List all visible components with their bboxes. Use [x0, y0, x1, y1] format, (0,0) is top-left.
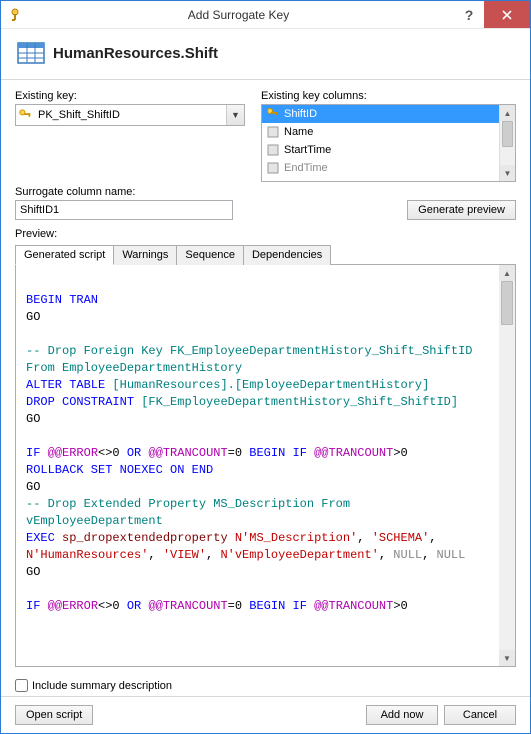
help-button[interactable]: ? — [454, 1, 484, 28]
scroll-up-icon[interactable]: ▲ — [500, 105, 515, 121]
top-row: Existing key: PK_Shift_ShiftID ▼ Existin… — [15, 90, 516, 182]
columns-listbox[interactable]: ShiftID Name StartTime EndTime — [261, 104, 516, 182]
titlebar: Add Surrogate Key ? — [1, 1, 530, 29]
close-button[interactable] — [484, 1, 530, 28]
scroll-thumb[interactable] — [501, 281, 513, 325]
tab-dependencies[interactable]: Dependencies — [243, 245, 331, 265]
generated-script[interactable]: BEGIN TRAN GO -- Drop Foreign Key FK_Emp… — [16, 265, 499, 666]
column-item[interactable]: ShiftID — [262, 105, 499, 123]
footer-buttons: Open script Add now Cancel — [1, 696, 530, 733]
titlebar-buttons: ? — [454, 1, 530, 28]
preview-tabs: Generated script Warnings Sequence Depen… — [15, 244, 516, 265]
column-item[interactable]: EndTime — [262, 159, 499, 177]
surrogate-name-label: Surrogate column name: — [15, 186, 233, 198]
key-icon — [266, 107, 280, 121]
tab-sequence[interactable]: Sequence — [176, 245, 244, 265]
existing-key-value: PK_Shift_ShiftID — [34, 109, 226, 121]
entity-title: HumanResources.Shift — [53, 45, 218, 62]
window-title: Add Surrogate Key — [23, 8, 454, 22]
preview-panel: BEGIN TRAN GO -- Drop Foreign Key FK_Emp… — [15, 265, 516, 667]
table-icon — [15, 37, 47, 69]
column-icon — [266, 161, 280, 175]
preview-scrollbar[interactable]: ▲ ▼ — [499, 265, 515, 666]
include-summary-label: Include summary description — [32, 680, 172, 692]
add-now-button[interactable]: Add now — [366, 705, 438, 725]
column-name: StartTime — [284, 144, 331, 156]
column-name: Name — [284, 126, 313, 138]
column-icon — [266, 125, 280, 139]
scroll-thumb[interactable] — [502, 121, 513, 147]
preview-label: Preview: — [15, 228, 516, 240]
existing-columns-label: Existing key columns: — [261, 90, 516, 102]
tab-warnings[interactable]: Warnings — [113, 245, 177, 265]
generate-preview-button[interactable]: Generate preview — [407, 200, 516, 220]
listbox-scrollbar[interactable]: ▲ ▼ — [499, 105, 515, 181]
cancel-button[interactable]: Cancel — [444, 705, 516, 725]
footer-options: Include summary description — [1, 673, 530, 696]
scroll-down-icon[interactable]: ▼ — [499, 650, 515, 666]
scroll-down-icon[interactable]: ▼ — [500, 165, 515, 181]
column-icon — [266, 143, 280, 157]
existing-key-combo[interactable]: PK_Shift_ShiftID ▼ — [15, 104, 245, 126]
column-name: EndTime — [284, 162, 328, 174]
app-icon — [7, 7, 23, 23]
column-name: ShiftID — [284, 108, 317, 120]
dialog-window: Add Surrogate Key ? HumanResources.Shift… — [0, 0, 531, 734]
chevron-down-icon[interactable]: ▼ — [226, 105, 244, 125]
existing-key-label: Existing key: — [15, 90, 245, 102]
scroll-up-icon[interactable]: ▲ — [499, 265, 515, 281]
dialog-header: HumanResources.Shift — [1, 29, 530, 80]
column-item[interactable]: StartTime — [262, 141, 499, 159]
include-summary-checkbox[interactable] — [15, 679, 28, 692]
surrogate-name-input[interactable] — [15, 200, 233, 220]
tab-generated-script[interactable]: Generated script — [15, 245, 114, 265]
key-icon — [16, 108, 34, 122]
content-area: Existing key: PK_Shift_ShiftID ▼ Existin… — [1, 80, 530, 673]
open-script-button[interactable]: Open script — [15, 705, 93, 725]
column-item[interactable]: Name — [262, 123, 499, 141]
